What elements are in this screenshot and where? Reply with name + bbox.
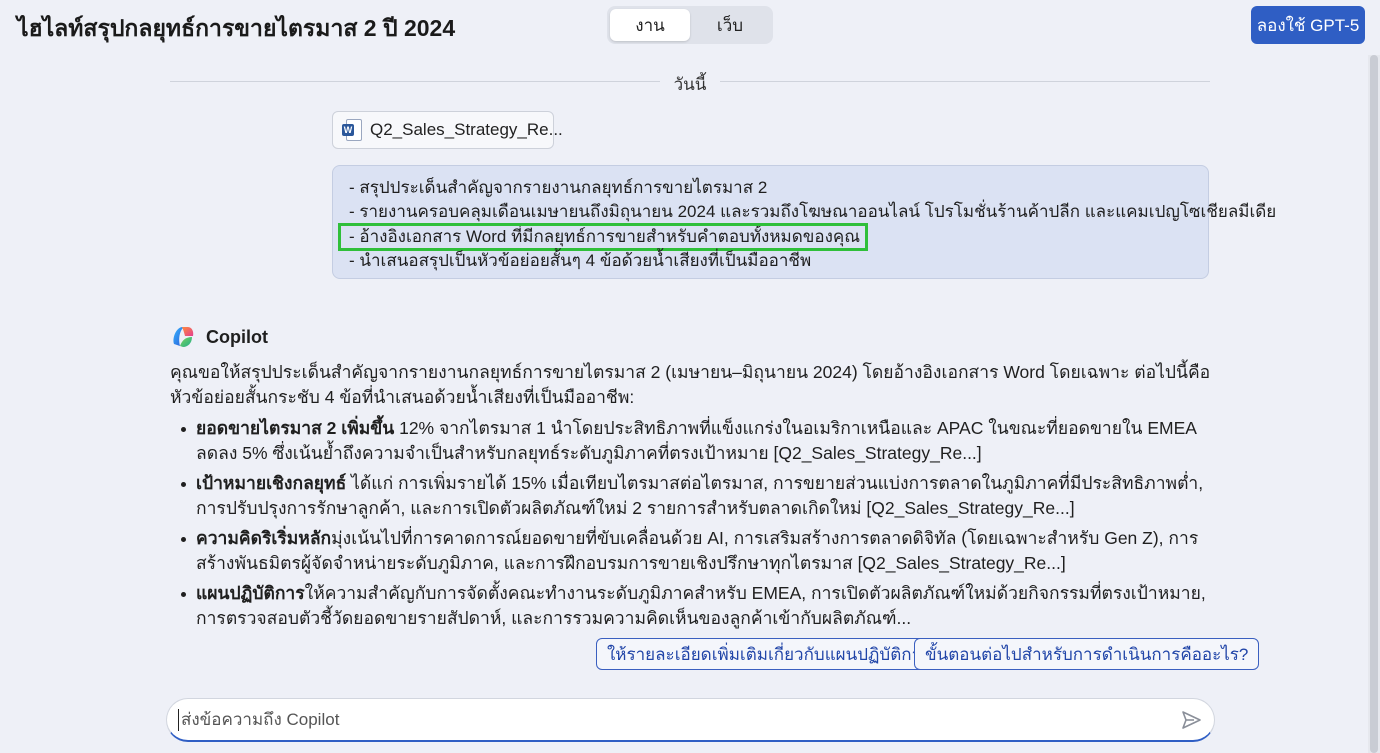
divider-line-right — [720, 81, 1210, 82]
tab-work[interactable]: งาน — [610, 9, 690, 41]
scrollbar-thumb[interactable] — [1370, 55, 1378, 753]
copilot-logo-icon — [170, 324, 196, 350]
try-gpt5-button[interactable]: ลองใช้ GPT-5 — [1251, 6, 1365, 44]
scrollbar[interactable] — [1368, 55, 1380, 753]
response-bullets: ยอดขายไตรมาส 2 เพิ่มขึ้น 12% จากไตรมาส 1… — [170, 416, 1215, 631]
user-message-line: - สรุปประเด็นสำคัญจากรายงานกลยุทธ์การขาย… — [349, 178, 768, 197]
highlighted-user-message-line: - อ้างอิงเอกสาร Word ที่มีกลยุทธ์การขายส… — [337, 223, 869, 251]
mode-toggle: งาน เว็บ — [607, 6, 773, 44]
assistant-response: คุณขอให้สรุปประเด็นสำคัญจากรายงานกลยุทธ์… — [170, 360, 1215, 636]
list-item: ความคิดริเริ่มหลักมุ่งเน้นไปที่การคาดการ… — [170, 526, 1215, 576]
copilot-chat-window: ไฮไลท์สรุปกลยุทธ์การขายไตรมาส 2 ปี 2024 … — [0, 0, 1380, 753]
date-divider: วันนี้ — [170, 71, 1210, 94]
word-document-icon: W — [342, 119, 362, 141]
user-message-line: - รายงานครอบคลุมเดือนเมษายนถึงมิถุนายน 2… — [349, 202, 1277, 221]
suggestion-chip-action-plan[interactable]: ให้รายละเอียดเพิ่มเติมเกี่ยวกับแผนปฏิบัต… — [596, 638, 942, 670]
user-message: - สรุปประเด็นสำคัญจากรายงานกลยุทธ์การขาย… — [332, 165, 1277, 279]
user-message-line: - นำเสนอสรุปเป็นหัวข้อย่อยสั้นๆ 4 ข้อด้ว… — [349, 251, 812, 270]
file-name: Q2_Sales_Strategy_Re... — [370, 120, 563, 139]
list-item: แผนปฏิบัติการให้ความสำคัญกับการจัดตั้งคณ… — [170, 581, 1215, 631]
tab-web[interactable]: เว็บ — [690, 9, 770, 41]
attached-file-chip[interactable]: W Q2_Sales_Strategy_Re... — [332, 111, 563, 149]
message-input[interactable] — [181, 699, 1161, 741]
send-icon[interactable] — [1180, 709, 1202, 731]
assistant-name: Copilot — [206, 326, 268, 347]
list-item: ยอดขายไตรมาส 2 เพิ่มขึ้น 12% จากไตรมาส 1… — [170, 416, 1215, 466]
message-composer — [166, 698, 1215, 742]
date-label: วันนี้ — [673, 75, 707, 94]
list-item: เป้าหมายเชิงกลยุทธ์ ได้แก่ การเพิ่มรายได… — [170, 471, 1215, 521]
suggestion-chip-next-steps[interactable]: ขั้นตอนต่อไปสำหรับการดำเนินการคืออะไร? — [914, 638, 1260, 670]
conversation-title: ไฮไลท์สรุปกลยุทธ์การขายไตรมาส 2 ปี 2024 — [17, 15, 456, 41]
assistant-header: Copilot — [170, 324, 268, 350]
text-caret — [178, 709, 179, 731]
response-intro: คุณขอให้สรุปประเด็นสำคัญจากรายงานกลยุทธ์… — [170, 362, 1211, 407]
